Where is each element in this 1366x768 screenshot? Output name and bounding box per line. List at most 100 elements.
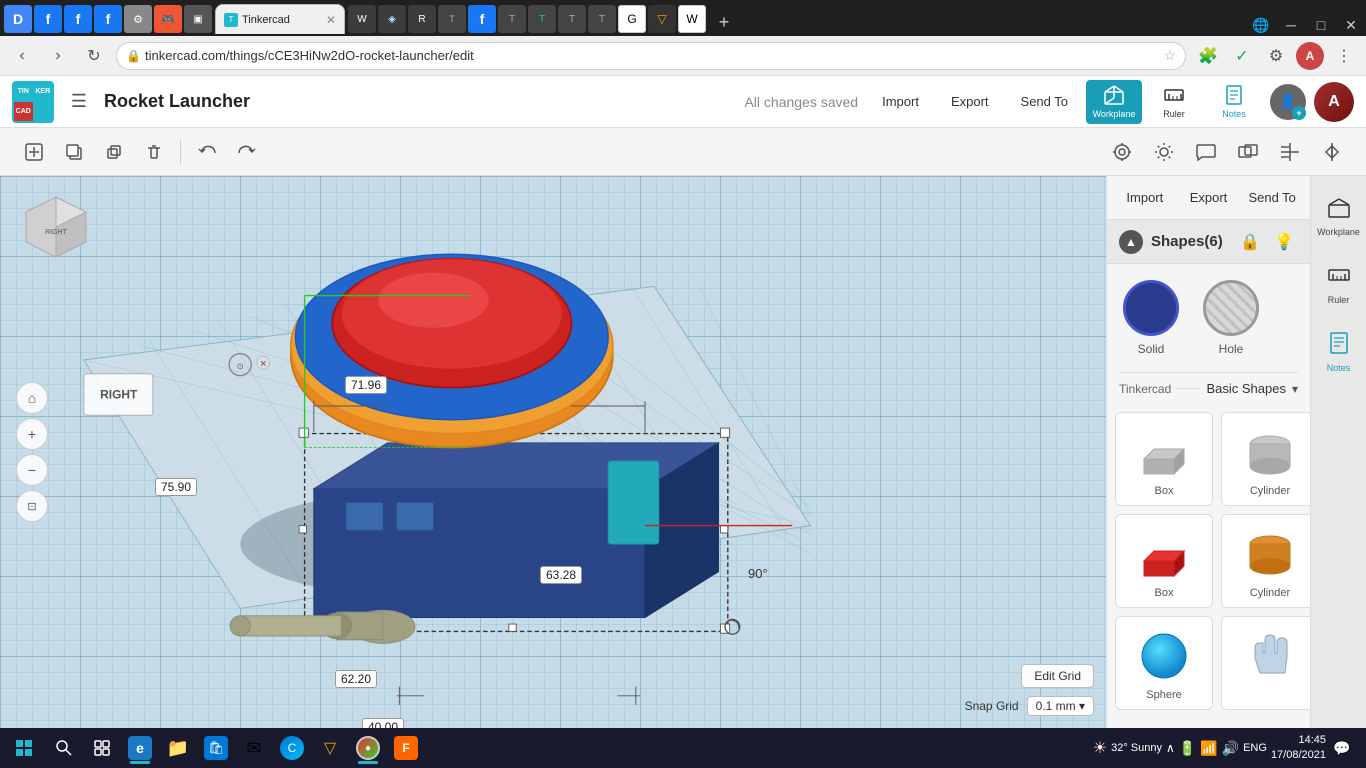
tab-misc[interactable]: ⚙	[124, 5, 152, 33]
hamburger-button[interactable]: ☰	[64, 87, 94, 117]
notes-button[interactable]: Notes	[1206, 80, 1262, 124]
collapse-shapes-button[interactable]: ▲	[1119, 230, 1143, 254]
tab-more6[interactable]: T	[498, 5, 526, 33]
extensions-button[interactable]: 🧩	[1194, 42, 1222, 70]
comment-button[interactable]	[1188, 134, 1224, 170]
taskbar-explorer[interactable]: 📁	[160, 730, 196, 766]
shape-card-sphere[interactable]: Sphere	[1115, 616, 1213, 710]
narrow-notes-button[interactable]: Notes	[1315, 320, 1363, 384]
tab-google2[interactable]: G	[618, 5, 646, 33]
undo-button[interactable]	[189, 134, 225, 170]
tab-triforce[interactable]: ▽	[648, 5, 676, 33]
shape-card-cylinder-orange[interactable]: Cylinder	[1221, 514, 1310, 608]
send-to-action-button[interactable]: Send To	[1242, 182, 1302, 214]
mirror-button[interactable]	[1314, 134, 1350, 170]
taskbar-chrome[interactable]: ●	[350, 730, 386, 766]
tab-more7[interactable]: T	[528, 5, 556, 33]
tab-more8[interactable]: T	[558, 5, 586, 33]
add-user-button[interactable]: 👤 +	[1266, 80, 1310, 124]
workplane-button[interactable]: Workplane	[1086, 80, 1142, 124]
narrow-workplane-button[interactable]: Workplane	[1315, 184, 1363, 248]
catalog-dropdown[interactable]: ▾	[1292, 382, 1298, 396]
tab-game[interactable]: 🎮	[154, 5, 182, 33]
address-input[interactable]	[116, 42, 1186, 70]
taskbar-edge[interactable]: e	[122, 730, 158, 766]
shape-card-box-red[interactable]: Box	[1115, 514, 1213, 608]
taskbar-store[interactable]: 🛍	[198, 730, 234, 766]
delete-button[interactable]	[136, 134, 172, 170]
system-tray-expand[interactable]: ∧	[1166, 741, 1175, 755]
taskbar-mail[interactable]: ✉	[236, 730, 272, 766]
snap-grid-label: Snap Grid	[965, 699, 1019, 713]
tab-misc2[interactable]: ▣	[184, 5, 212, 33]
profile-avatar[interactable]: A	[1296, 42, 1324, 70]
ruler-button[interactable]: Ruler	[1146, 80, 1202, 124]
zoom-out-button[interactable]: −	[16, 454, 48, 486]
volume-icon[interactable]: 🔊	[1222, 740, 1239, 757]
redo-button[interactable]	[229, 134, 265, 170]
hole-type[interactable]: Hole	[1203, 280, 1259, 356]
narrow-ruler-button[interactable]: Ruler	[1315, 252, 1363, 316]
solid-icon	[1123, 280, 1179, 336]
view-cube[interactable]: RIGHT	[16, 192, 96, 262]
settings-button[interactable]: ⚙	[1262, 42, 1290, 70]
tab-fb3[interactable]: f	[94, 5, 122, 33]
tab-google-docs[interactable]: D	[4, 5, 32, 33]
duplicate-button[interactable]	[96, 134, 132, 170]
forward-button[interactable]: ›	[44, 42, 72, 70]
taskbar-fusion[interactable]: F	[388, 730, 424, 766]
new-tab-button[interactable]: +	[710, 8, 738, 36]
notification-bell[interactable]: 💬	[1330, 736, 1354, 760]
close-button[interactable]: ✕	[1340, 14, 1362, 36]
taskbar-triforce[interactable]: ▽	[312, 730, 348, 766]
edit-grid-button[interactable]: Edit Grid	[1021, 664, 1094, 688]
back-button[interactable]: ‹	[8, 42, 36, 70]
zoom-in-button[interactable]: +	[16, 418, 48, 450]
light-button[interactable]	[1146, 134, 1182, 170]
fit-all-button[interactable]: ⊡	[16, 490, 48, 522]
start-button[interactable]	[4, 730, 44, 766]
tab-more9[interactable]: T	[588, 5, 616, 33]
solid-type[interactable]: Solid	[1123, 280, 1179, 356]
export-button[interactable]: Export	[937, 84, 1003, 120]
import-action-button[interactable]: Import	[1115, 182, 1175, 214]
export-action-button[interactable]: Export	[1179, 182, 1239, 214]
active-tab-close[interactable]: ✕	[326, 13, 336, 27]
view-home-button[interactable]: ⌂	[16, 382, 48, 414]
reload-button[interactable]: ↻	[80, 42, 108, 70]
duplicate-view-button[interactable]	[1230, 134, 1266, 170]
shape-card-box-grey[interactable]: Box	[1115, 412, 1213, 506]
canvas-area[interactable]: RIGHT ⊙ ✕	[0, 176, 1106, 728]
copy-button[interactable]	[56, 134, 92, 170]
bookmark-icon[interactable]: ☆	[1163, 47, 1176, 64]
tab-more4[interactable]: T	[438, 5, 466, 33]
send-to-button[interactable]: Send To	[1007, 84, 1082, 120]
shape-card-cylinder-grey[interactable]: Cylinder	[1221, 412, 1310, 506]
minimize-button[interactable]: ─	[1280, 14, 1302, 36]
camera-view-button[interactable]	[1104, 134, 1140, 170]
user-avatar[interactable]: A	[1314, 82, 1354, 122]
catalog-sub: Basic Shapes	[1206, 381, 1286, 396]
taskbar-cortana[interactable]: C	[274, 730, 310, 766]
shapes-lock-button[interactable]: 🔒	[1236, 228, 1264, 256]
align-button[interactable]	[1272, 134, 1308, 170]
tab-fb2[interactable]: f	[64, 5, 92, 33]
tab-more2[interactable]: ◈	[378, 5, 406, 33]
search-button[interactable]	[46, 730, 82, 766]
snap-grid-value[interactable]: 0.1 mm ▾	[1027, 696, 1094, 716]
tab-more1[interactable]: W	[348, 5, 376, 33]
clock[interactable]: 14:45 17/08/2021	[1271, 733, 1326, 764]
tab-tinkercad-active[interactable]: T Tinkercad ✕	[215, 4, 345, 34]
tab-more3[interactable]: R	[408, 5, 436, 33]
new-object-button[interactable]	[16, 134, 52, 170]
maximize-button[interactable]: □	[1310, 14, 1332, 36]
check-icon[interactable]: ✓	[1228, 42, 1256, 70]
menu-button[interactable]: ⋮	[1330, 42, 1358, 70]
import-button[interactable]: Import	[868, 84, 933, 120]
taskview-button[interactable]	[84, 730, 120, 766]
tab-wiki[interactable]: W	[678, 5, 706, 33]
tab-more5[interactable]: f	[468, 5, 496, 33]
tab-fb1[interactable]: f	[34, 5, 62, 33]
shapes-light-button[interactable]: 💡	[1270, 228, 1298, 256]
shape-card-hand[interactable]	[1221, 616, 1310, 710]
